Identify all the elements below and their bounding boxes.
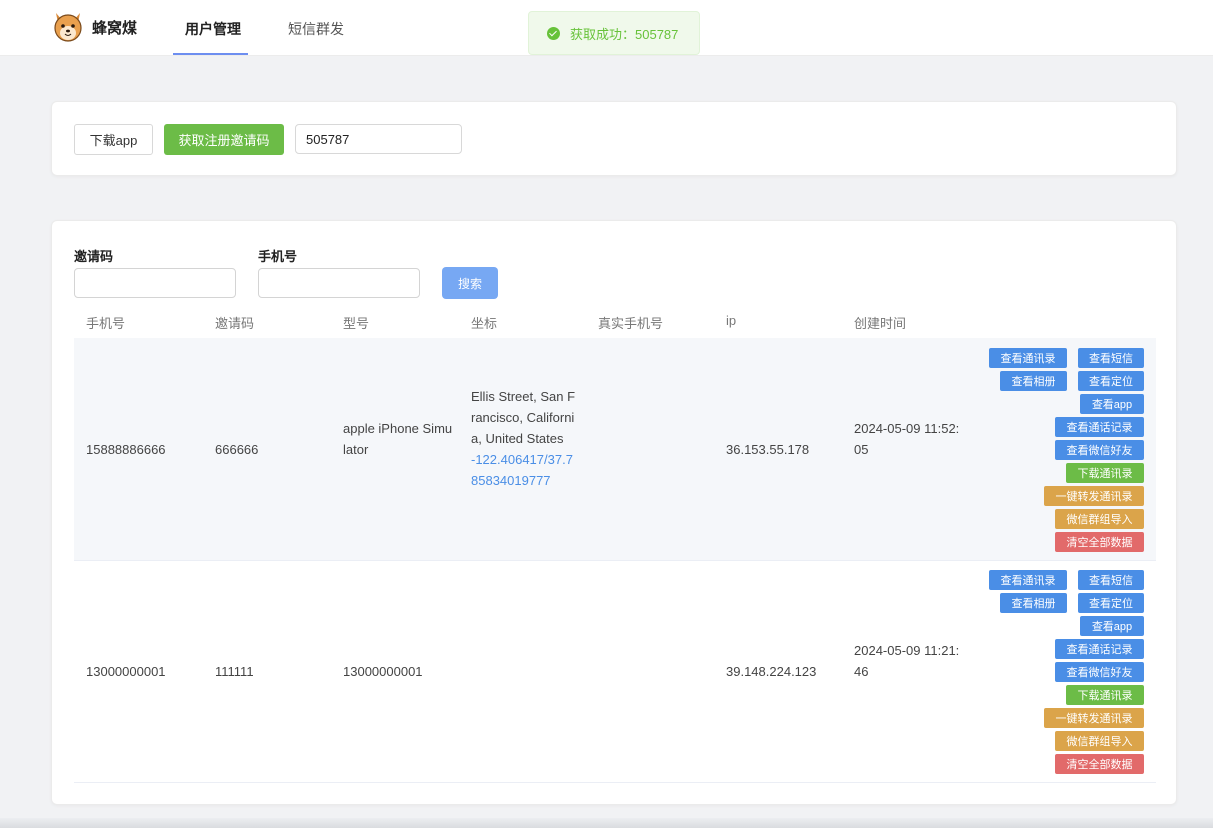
import-wechat-group-button[interactable]: 微信群组导入 bbox=[1055, 509, 1144, 529]
cell-phone: 15888886666 bbox=[86, 442, 166, 457]
view-call-log-button[interactable]: 查看通话记录 bbox=[1055, 639, 1144, 659]
cell-created: 2024-05-09 11:52:05 bbox=[854, 421, 960, 457]
cell-ip: 36.153.55.178 bbox=[726, 442, 810, 457]
view-wechat-friends-button[interactable]: 查看微信好友 bbox=[1055, 662, 1144, 682]
table-row: 13000000001 111111 13000000001 39.148.22… bbox=[74, 561, 1156, 783]
bottom-shadow bbox=[0, 818, 1213, 828]
cell-invite: 111111 bbox=[215, 664, 254, 679]
phone-filter-label: 手机号 bbox=[258, 249, 298, 264]
view-sms-button[interactable]: 查看短信 bbox=[1078, 570, 1144, 590]
view-call-log-button[interactable]: 查看通话记录 bbox=[1055, 417, 1144, 437]
check-circle-icon bbox=[547, 26, 560, 40]
column-header-real-phone: 真实手机号 bbox=[598, 316, 664, 331]
view-sms-button[interactable]: 查看短信 bbox=[1078, 348, 1144, 368]
row-actions: 查看通讯录 查看短信 查看相册 查看定位 查看app 查看通话记录 查看微信好友… bbox=[956, 338, 1156, 560]
view-app-button[interactable]: 查看app bbox=[1080, 394, 1144, 414]
download-contacts-button[interactable]: 下载通讯录 bbox=[1066, 463, 1144, 483]
view-app-button[interactable]: 查看app bbox=[1080, 616, 1144, 636]
column-header-model: 型号 bbox=[343, 316, 370, 331]
cell-coords: Ellis Street, San Francisco, California,… bbox=[471, 386, 579, 491]
brand-name: 蜂窝煤 bbox=[92, 20, 138, 37]
download-contacts-button[interactable]: 下载通讯录 bbox=[1066, 685, 1144, 705]
row-actions: 查看通讯录 查看短信 查看相册 查看定位 查看app 查看通话记录 查看微信好友… bbox=[956, 561, 1156, 782]
nav-tab-sms-broadcast[interactable]: 短信群发 bbox=[288, 19, 344, 39]
clear-all-data-button[interactable]: 清空全部数据 bbox=[1055, 754, 1144, 774]
column-header-coords: 坐标 bbox=[471, 316, 498, 331]
import-wechat-group-button[interactable]: 微信群组导入 bbox=[1055, 731, 1144, 751]
address-text: Ellis Street, San Francisco, California,… bbox=[471, 389, 576, 446]
forward-contacts-button[interactable]: 一键转发通讯录 bbox=[1044, 486, 1144, 506]
cell-invite: 666666 bbox=[215, 442, 259, 457]
view-contacts-button[interactable]: 查看通讯录 bbox=[989, 348, 1067, 368]
column-header-phone: 手机号 bbox=[86, 316, 126, 331]
cell-model: apple iPhone Simulator bbox=[343, 421, 453, 457]
user-table-card: 邀请码 手机号 搜索 手机号 邀请码 型号 坐标 真实手机号 ip 创建时间 1… bbox=[51, 220, 1177, 805]
invite-code-filter-label: 邀请码 bbox=[74, 249, 114, 264]
invite-code-search-input[interactable] bbox=[74, 268, 236, 298]
view-wechat-friends-button[interactable]: 查看微信好友 bbox=[1055, 440, 1144, 460]
view-album-button[interactable]: 查看相册 bbox=[1000, 593, 1067, 613]
column-header-ip: ip bbox=[726, 313, 737, 328]
toast-message: 获取成功：505787 bbox=[570, 26, 679, 42]
nav-active-underline bbox=[173, 53, 248, 55]
search-button[interactable]: 搜索 bbox=[442, 267, 498, 299]
cell-model: 13000000001 bbox=[343, 664, 423, 679]
nav-tab-user-management[interactable]: 用户管理 bbox=[185, 19, 241, 39]
download-app-button[interactable]: 下载app bbox=[74, 124, 153, 155]
success-toast: 获取成功：505787 bbox=[528, 11, 700, 55]
clear-all-data-button[interactable]: 清空全部数据 bbox=[1055, 532, 1144, 552]
invite-code-field[interactable] bbox=[295, 124, 462, 154]
view-location-button[interactable]: 查看定位 bbox=[1078, 371, 1144, 391]
view-album-button[interactable]: 查看相册 bbox=[1000, 371, 1067, 391]
coords-link[interactable]: -122.406417/37.785834019777 bbox=[471, 449, 579, 491]
view-contacts-button[interactable]: 查看通讯录 bbox=[989, 570, 1067, 590]
cell-created: 2024-05-09 11:21:46 bbox=[854, 643, 960, 679]
get-invite-code-button[interactable]: 获取注册邀请码 bbox=[164, 124, 284, 155]
phone-search-input[interactable] bbox=[258, 268, 420, 298]
column-header-created: 创建时间 bbox=[854, 316, 907, 331]
shiba-dog-logo-icon bbox=[54, 13, 82, 42]
toolbar-card: 下载app 获取注册邀请码 bbox=[51, 101, 1177, 176]
cell-phone: 13000000001 bbox=[86, 664, 166, 679]
column-header-invite: 邀请码 bbox=[215, 316, 255, 331]
forward-contacts-button[interactable]: 一键转发通讯录 bbox=[1044, 708, 1144, 728]
view-location-button[interactable]: 查看定位 bbox=[1078, 593, 1144, 613]
table-row: 15888886666 666666 apple iPhone Simulato… bbox=[74, 338, 1156, 561]
cell-ip: 39.148.224.123 bbox=[726, 664, 817, 679]
